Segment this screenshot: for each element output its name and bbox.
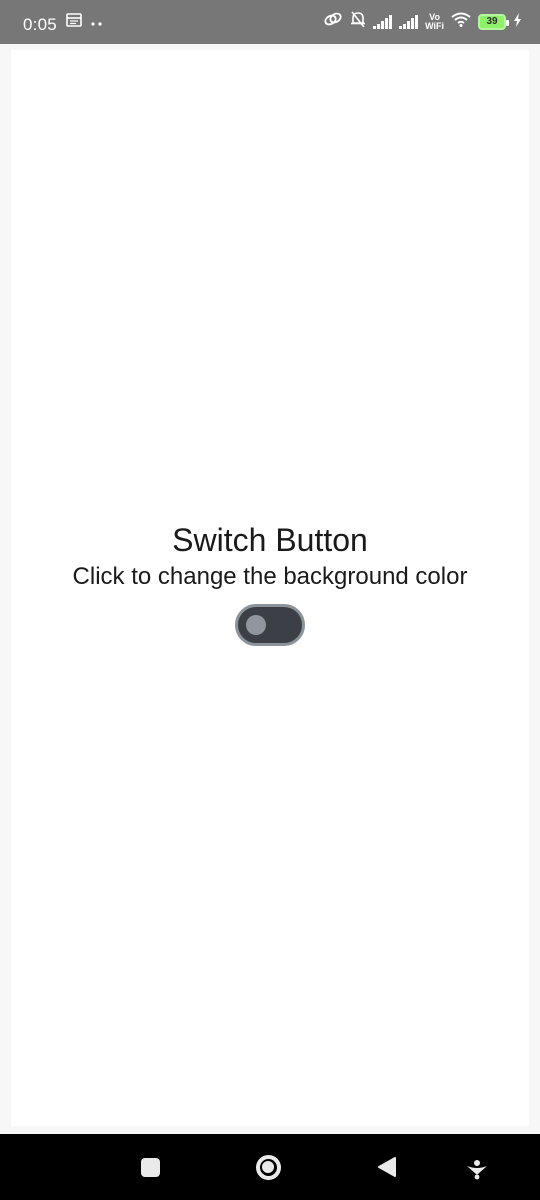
vowifi-icon: Vo WiFi xyxy=(425,12,444,31)
home-circle-icon[interactable] xyxy=(253,1152,283,1182)
back-triangle-icon[interactable] xyxy=(372,1152,402,1182)
wifi-icon xyxy=(451,12,471,32)
calendar-icon xyxy=(66,13,82,32)
signal-icon xyxy=(399,14,419,29)
battery-icon: 39 xyxy=(478,13,509,30)
status-right-icons: Vo WiFi 39 xyxy=(323,10,522,33)
switch-knob xyxy=(246,615,266,635)
navigation-bar xyxy=(0,1134,540,1200)
vowifi-bottom-label: WiFi xyxy=(425,20,444,31)
signal-icon xyxy=(373,14,393,29)
status-bar: 0:05 Vo WiFi 39 xyxy=(0,0,540,44)
muted-bell-icon xyxy=(350,10,366,33)
main-content: Switch Button Click to change the backgr… xyxy=(11,50,529,1126)
status-left-icons xyxy=(66,13,104,32)
recents-square-icon[interactable] xyxy=(135,1152,165,1182)
battery-level: 39 xyxy=(486,16,498,27)
status-time: 0:05 xyxy=(23,15,57,34)
charging-icon xyxy=(513,13,522,30)
link-icon xyxy=(323,10,343,33)
background-toggle-switch[interactable] xyxy=(235,604,305,646)
page-title: Switch Button xyxy=(172,522,368,558)
more-dots-icon xyxy=(90,14,104,32)
assistant-icon[interactable] xyxy=(462,1152,492,1182)
page-subtitle: Click to change the background color xyxy=(72,563,468,590)
